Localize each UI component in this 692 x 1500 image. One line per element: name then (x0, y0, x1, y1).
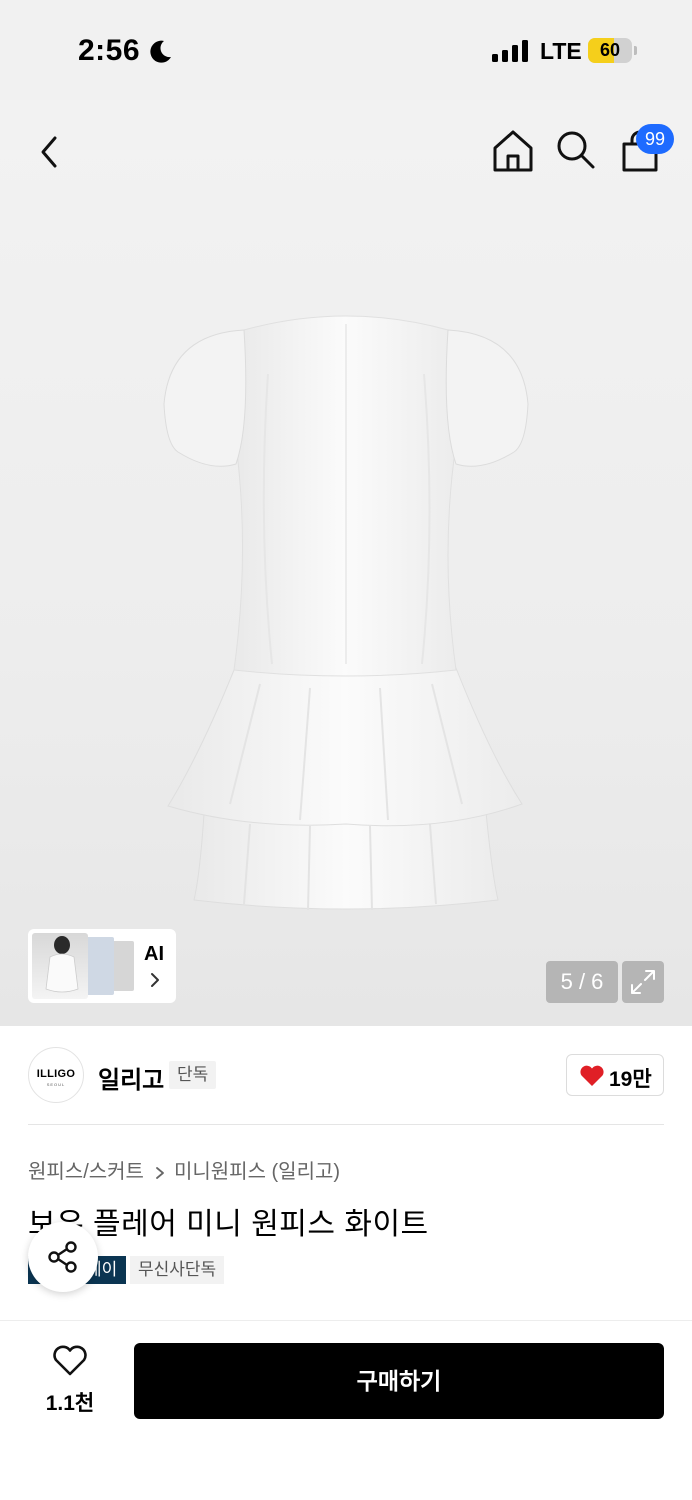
signal-icon (492, 40, 528, 62)
wishlist-button[interactable]: 1.1천 (32, 1343, 108, 1419)
share-icon (48, 1241, 77, 1273)
bottom-action-bar: 1.1천 구매하기 (0, 1320, 692, 1500)
brand-name[interactable]: 일리고 (98, 1060, 164, 1095)
brand-logo-subtext: SEOUL (46, 1082, 66, 1087)
battery-indicator: 60 (588, 38, 632, 63)
buy-button[interactable]: 구매하기 (134, 1343, 664, 1419)
brand-like-count: 19만 (609, 1068, 652, 1091)
ai-thumbnail (86, 937, 114, 995)
moon-icon (150, 40, 171, 63)
product-photo (163, 315, 529, 911)
brand-logo[interactable]: ILLIGO SEOUL (28, 1047, 84, 1103)
heart-outline-icon (53, 1345, 87, 1376)
status-bar: 2:56 LTE 60 (0, 0, 692, 100)
network-type: LTE (540, 38, 582, 64)
wishlist-count: 1.1천 (45, 1392, 95, 1415)
brand-like-button[interactable]: 19만 (566, 1054, 664, 1096)
exclusive-badge: 무신사단독 (130, 1256, 225, 1284)
search-icon[interactable] (554, 128, 598, 172)
divider (28, 1124, 664, 1125)
battery-cap (634, 46, 637, 55)
battery-label: 60 (599, 40, 621, 60)
ai-fitting-card[interactable]: AI (28, 929, 176, 1003)
ai-thumbnail (32, 933, 88, 999)
brand-exclusive-tag: 단독 (169, 1061, 217, 1089)
breadcrumb-subcategory[interactable]: 미니원피스 (일리고) (174, 1161, 340, 1183)
home-icon[interactable] (490, 128, 536, 174)
model-thumbnail-icon (45, 936, 79, 993)
back-icon[interactable] (28, 130, 72, 174)
share-button[interactable] (28, 1222, 98, 1292)
breadcrumb: 원피스/스커트 미니원피스 (일리고) (28, 1155, 340, 1184)
product-image-gallery[interactable]: 99 AI 5 / 6 (0, 100, 692, 1026)
status-time: 2:56 (78, 34, 141, 67)
ai-label: AI (144, 943, 164, 965)
breadcrumb-category[interactable]: 원피스/스커트 (28, 1161, 144, 1183)
image-page-indicator: 5 / 6 (546, 961, 618, 1003)
heart-icon (580, 1065, 604, 1086)
cart-count-badge: 99 (636, 124, 674, 154)
expand-icon[interactable] (622, 961, 664, 1003)
chevron-right-icon (151, 973, 159, 987)
chevron-right-icon (156, 1166, 164, 1179)
brand-logo-text: ILLIGO (36, 1068, 76, 1080)
